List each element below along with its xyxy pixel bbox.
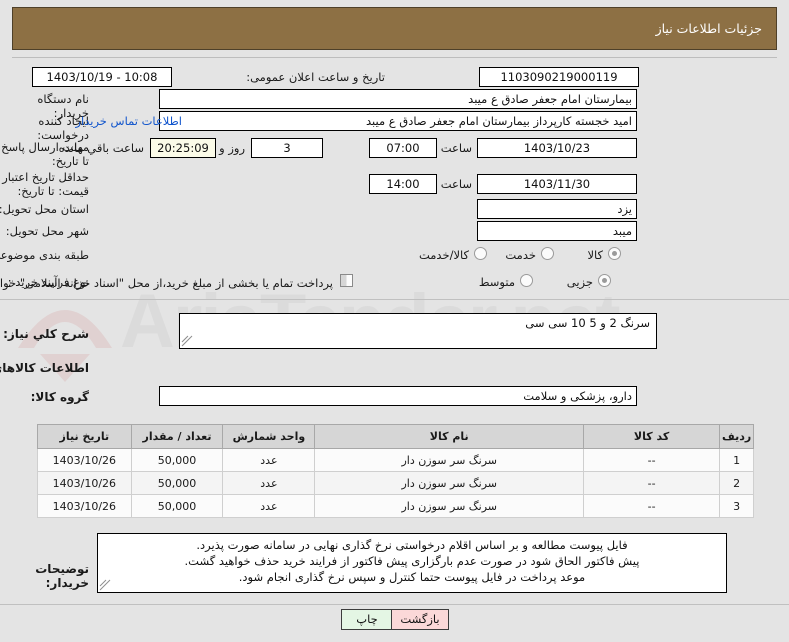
label-delivery-province: استان محل تحویل: [0,202,89,216]
label-subject-class: طبقه بندی موضوعی: [0,248,89,262]
label-price-validity-time: ساعت [440,177,472,191]
label-radio-process-medium: متوسط [478,275,515,289]
cell-date: 1403/10/26 [37,494,132,518]
field-need-number: 1103090219000119 [479,67,639,87]
radio-subject-service[interactable] [541,247,554,260]
resize-grip-icon[interactable] [181,335,193,347]
label-radio-subject-goods-service: کالا/خدمت [418,248,469,262]
label-buyer-notes: توضیحات خریدار: [35,562,89,590]
field-announce-date: 10:08 - 1403/10/19 [32,67,172,87]
table-header-row: ردیف کد کالا نام کالا واحد شمارش تعداد /… [37,424,754,449]
checkbox-islamic-treasury[interactable] [340,274,353,287]
field-goods-group: دارو، پزشکی و سلامت [159,386,637,406]
cell-unit: عدد [222,494,316,518]
section-divider-2 [0,604,789,605]
label-deadline-time: ساعت [440,141,472,155]
col-qty: تعداد / مقدار [130,424,224,449]
label-goods-group: گروه کالا: [30,390,89,404]
field-countdown-days: 3 [251,138,323,158]
field-general-desc[interactable]: سرنگ 2 و 5 10 سی سی [179,313,657,349]
field-buyer-org: بیمارستان امام جعفر صادق ع میبد [159,89,637,109]
label-countdown-days: روز و [219,141,245,155]
header-divider [12,57,777,58]
radio-subject-goods[interactable] [608,247,621,260]
cell-qty: 50,000 [130,448,224,472]
label-radio-subject-goods: کالا [587,248,603,262]
label-delivery-city: شهر محل تحویل: [5,224,89,238]
cell-name: سرنگ سر سوزن دار [314,494,585,518]
general-desc-text: سرنگ 2 و 5 10 سی سی [525,316,650,330]
page-header: جزئیات اطلاعات نیاز [12,7,777,50]
radio-process-medium[interactable] [520,274,533,287]
buyer-contact-link[interactable]: اطلاعات تماس خریدار [75,114,182,128]
field-price-validity-time: 14:00 [369,174,437,194]
col-row: ردیف [719,424,754,449]
cell-name: سرنگ سر سوزن دار [314,471,585,495]
cell-row: 1 [719,448,754,472]
field-delivery-province: یزد [477,199,637,219]
cell-date: 1403/10/26 [37,471,132,495]
field-countdown-clock: 20:25:09 [150,138,216,158]
label-radio-subject-service: خدمت [505,248,536,262]
col-unit: واحد شمارش [222,424,316,449]
field-delivery-city: میبد [477,221,637,241]
table-row: 2 -- سرنگ سر سوزن دار عدد 50,000 1403/10… [37,471,754,495]
field-price-validity-date: 1403/11/30 [477,174,637,194]
cell-code: -- [583,448,721,472]
label-radio-process-minor: جزیی [566,275,593,289]
cell-code: -- [583,494,721,518]
table-row: 1 -- سرنگ سر سوزن دار عدد 50,000 1403/10… [37,448,754,472]
label-islamic-treasury: پرداخت تمام یا بخشی از مبلغ خرید،از محل … [0,276,333,290]
col-code: کد کالا [583,424,721,449]
buyer-note-line: موعد پرداخت در فایل پیوست حتما کنترل و س… [238,570,586,584]
cell-row: 3 [719,494,754,518]
label-announce-date: تاریخ و ساعت اعلان عمومی: [246,70,385,84]
col-date: تاریخ نیاز [37,424,132,449]
section-divider-1 [0,299,789,300]
cell-qty: 50,000 [130,471,224,495]
label-general-desc: شرح کلي نیاز: [3,327,89,341]
cell-name: سرنگ سر سوزن دار [314,448,585,472]
cell-row: 2 [719,471,754,495]
cell-unit: عدد [222,471,316,495]
buyer-note-line: پیش فاکتور الحاق شود در صورت عدم بارگزار… [184,554,640,568]
print-button[interactable]: چاپ [341,609,393,630]
field-requester: امید خجسته کارپرداز بیمارستان امام جعفر … [159,111,637,131]
buyer-note-line: فایل پیوست مطالعه و بر اساس اقلام درخواس… [196,538,628,552]
page-title: جزئیات اطلاعات نیاز [655,21,762,36]
field-response-deadline-time: 07:00 [369,138,437,158]
radio-process-minor[interactable] [598,274,611,287]
field-buyer-notes[interactable]: فایل پیوست مطالعه و بر اساس اقلام درخواس… [97,533,727,593]
cell-unit: عدد [222,448,316,472]
label-price-validity: حداقل تاریخ اعتبار قیمت: تا تاریخ: [2,170,89,198]
label-countdown-suffix: ساعت باقي مانده [58,141,144,155]
table-row: 3 -- سرنگ سر سوزن دار عدد 50,000 1403/10… [37,494,754,518]
cell-code: -- [583,471,721,495]
items-table: ردیف کد کالا نام کالا واحد شمارش تعداد /… [37,424,754,518]
back-button[interactable]: بازگشت [391,609,449,630]
col-name: نام کالا [314,424,585,449]
goods-info-title: اطلاعات کالاهاي مورد نیاز [0,361,89,375]
radio-subject-goods-service[interactable] [474,247,487,260]
cell-qty: 50,000 [130,494,224,518]
field-response-deadline-date: 1403/10/23 [477,138,637,158]
cell-date: 1403/10/26 [37,448,132,472]
